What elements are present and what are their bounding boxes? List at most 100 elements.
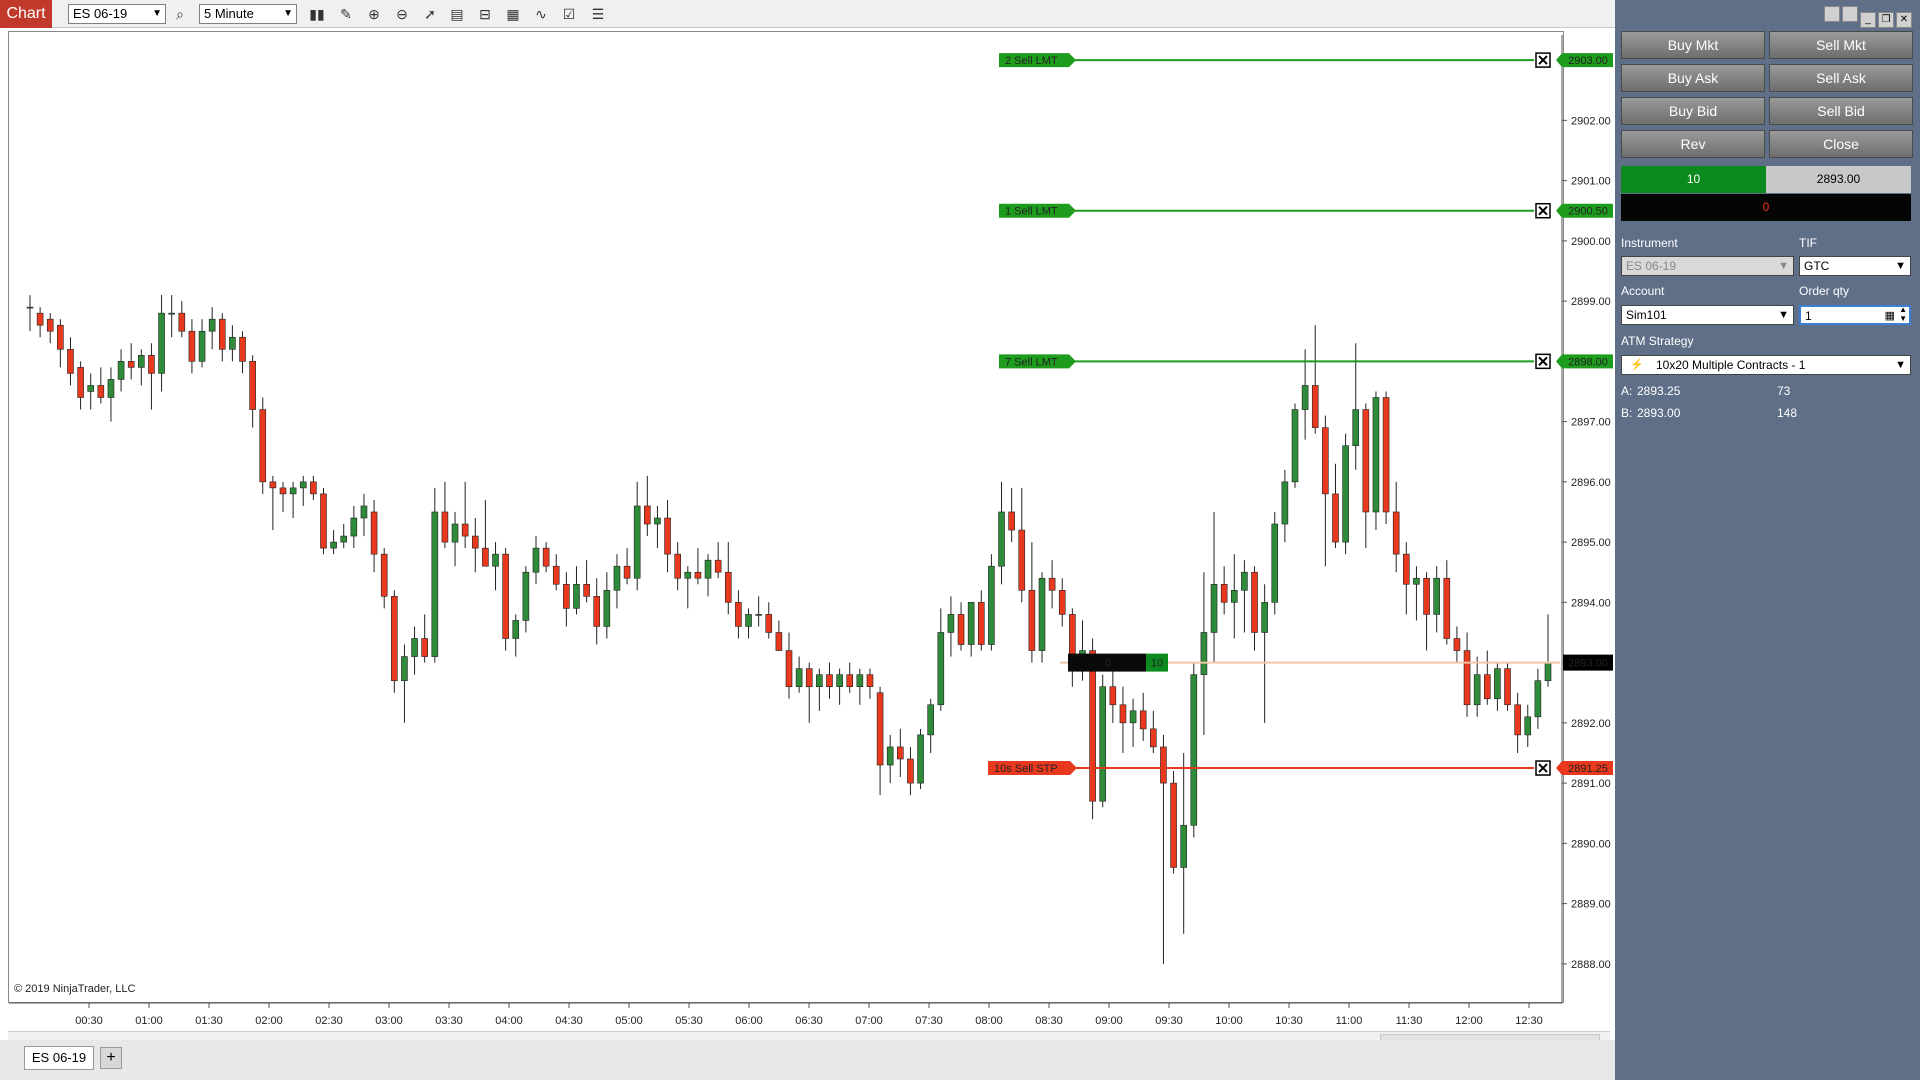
- candle-body: [988, 565, 995, 645]
- candle-body: [573, 583, 580, 609]
- instrument-select[interactable]: ES 06-19 ▼: [1621, 256, 1794, 276]
- candle-body: [411, 638, 418, 657]
- candle-body: [289, 487, 297, 495]
- candle-body: [907, 758, 914, 784]
- time-tick-label: 06:00: [735, 1015, 763, 1027]
- instrument-tab[interactable]: ES 06-19: [24, 1046, 94, 1070]
- add-tab-button[interactable]: +: [100, 1047, 122, 1069]
- candle-body: [826, 674, 833, 688]
- candle-body: [593, 596, 601, 627]
- candle-body: [188, 330, 196, 362]
- tile-icon[interactable]: [1842, 6, 1858, 22]
- candle-body: [1443, 577, 1451, 639]
- restore-icon[interactable]: ❐: [1878, 12, 1894, 28]
- close-position-button[interactable]: Close: [1769, 130, 1913, 158]
- candle-body: [1281, 481, 1289, 525]
- price-chart[interactable]: 2903.00 2902.00 2901.00 2900.00 2899.00 2898.…: [0, 0, 1615, 1040]
- candle-body: [502, 553, 509, 639]
- order-label: 1 Sell LMT: [1005, 206, 1058, 218]
- candle-body: [1372, 397, 1380, 513]
- buy-mkt-button[interactable]: Buy Mkt: [1621, 31, 1765, 59]
- candle-body: [1332, 493, 1339, 543]
- candle-body: [897, 746, 904, 760]
- sell-mkt-button[interactable]: Sell Mkt: [1769, 31, 1913, 59]
- candle-body: [613, 565, 621, 591]
- account-label: Account: [1621, 284, 1665, 298]
- candle-body: [1352, 409, 1360, 446]
- candle-body: [1230, 589, 1238, 603]
- candle-body: [401, 656, 408, 681]
- chevron-down-icon: ▼: [1778, 260, 1789, 272]
- spinner-arrows-icon[interactable]: ▲ ▼: [1899, 305, 1907, 323]
- order-price-label: 2891.25: [1568, 763, 1608, 775]
- candle-body: [158, 312, 165, 374]
- bid-price: 2893.00: [1637, 406, 1681, 420]
- candle-body: [1261, 602, 1268, 633]
- account-select[interactable]: Sim101 ▼: [1621, 305, 1794, 325]
- candle-body: [947, 614, 955, 633]
- price-tick-label: 2901.00: [1571, 176, 1611, 188]
- sell-ask-button[interactable]: Sell Ask: [1769, 64, 1913, 92]
- buy-bid-button[interactable]: Buy Bid: [1621, 97, 1765, 125]
- candle-body: [441, 511, 449, 543]
- position-marker[interactable]: 0 10: [1068, 653, 1168, 672]
- candle-body: [370, 511, 378, 555]
- candle-body: [745, 614, 752, 627]
- candle-body: [765, 614, 773, 633]
- candle-body: [603, 589, 611, 627]
- candle-body: [977, 602, 985, 645]
- price-tick-label: 2891.00: [1571, 778, 1611, 790]
- price-tick-label: 2902.00: [1571, 115, 1611, 127]
- candle-body: [330, 541, 337, 549]
- candle-body: [127, 361, 135, 368]
- candle-body: [97, 385, 105, 398]
- candle-body: [856, 674, 864, 688]
- position-avg-price-box: 2893.00: [1766, 166, 1911, 193]
- price-tick-label: 2900.00: [1571, 236, 1611, 248]
- candle-body: [1119, 704, 1127, 724]
- atm-strategy-select[interactable]: ⚡ 10x20 Multiple Contracts - 1 ▼: [1621, 355, 1911, 375]
- position-pnl-text: 0: [1105, 658, 1111, 670]
- time-tick-label: 11:30: [1396, 1015, 1423, 1027]
- candle-body: [67, 348, 74, 374]
- time-tick-label: 09:00: [1095, 1015, 1123, 1027]
- candle-body: [704, 559, 712, 579]
- candle-body: [1018, 529, 1026, 591]
- order-label: 7 Sell LMT: [1005, 356, 1058, 368]
- sell-bid-button[interactable]: Sell Bid: [1769, 97, 1913, 125]
- time-tick-label: 02:00: [255, 1015, 283, 1027]
- time-tick-label: 11:00: [1336, 1015, 1363, 1027]
- window-controls: _ ❐ ✕: [1822, 6, 1912, 28]
- time-tick-label: 02:30: [315, 1015, 343, 1027]
- buy-ask-button[interactable]: Buy Ask: [1621, 64, 1765, 92]
- candle-body: [249, 361, 256, 410]
- candle-body: [1058, 589, 1066, 615]
- candle-body: [1210, 583, 1218, 633]
- candle-body: [1514, 704, 1521, 736]
- candle-body: [380, 553, 388, 597]
- minimize-icon[interactable]: _: [1860, 12, 1876, 28]
- time-axis: 00:30 01:00 01:30 02:00 02:30 03:00 03:30 04:00…: [9, 1002, 1562, 1027]
- candle-body: [1048, 577, 1056, 591]
- candle-body: [805, 668, 813, 688]
- chart-trader-panel: _ ❐ ✕ Buy Mkt Sell Mkt Buy Ask Sell Ask Bu…: [1615, 0, 1920, 1080]
- chevron-down-icon: ▼: [1895, 359, 1906, 371]
- calculator-icon[interactable]: ▦: [1885, 307, 1895, 325]
- ask-label: A:: [1621, 384, 1633, 398]
- candle-body: [644, 505, 651, 525]
- instrument-label: Instrument: [1621, 236, 1678, 250]
- order-qty-input[interactable]: 1 ▦ ▲ ▼: [1799, 305, 1911, 325]
- lightning-icon: ⚡: [1630, 359, 1644, 371]
- close-icon[interactable]: ✕: [1896, 12, 1912, 28]
- reverse-button[interactable]: Rev: [1621, 130, 1765, 158]
- candle-body: [967, 602, 975, 645]
- price-tick-label: 2890.00: [1571, 838, 1611, 850]
- candle-body: [87, 385, 95, 392]
- tif-label: TIF: [1799, 236, 1817, 250]
- order-price-label: 2898.00: [1568, 356, 1608, 368]
- candle-body: [1190, 674, 1198, 826]
- tif-select[interactable]: GTC ▼: [1799, 256, 1911, 276]
- candle-body: [1504, 668, 1511, 706]
- candle-body: [937, 632, 945, 706]
- snap-icon[interactable]: [1824, 6, 1840, 22]
